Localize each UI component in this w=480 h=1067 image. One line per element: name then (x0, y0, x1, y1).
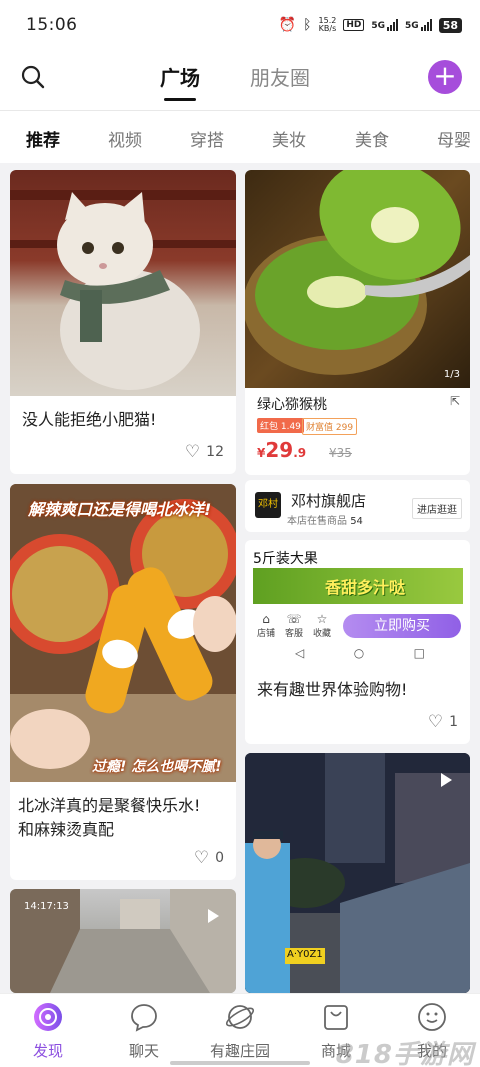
cat-post-title: 没人能拒绝小肥猫! (22, 410, 157, 429)
kiwi-illustration (245, 170, 470, 375)
original-price: ¥35 (329, 446, 352, 460)
status-time: 15:06 (26, 15, 78, 35)
ad-nav-bar: ◁ ○ □ (295, 646, 425, 660)
police-illustration (245, 753, 470, 993)
drink-illustration (10, 484, 236, 782)
signal-5g-2: 5G (405, 19, 432, 31)
ad-header: 5斤装大果 (253, 551, 318, 567)
ad-banner: 香甜多汁哒 (253, 568, 463, 604)
category-bar: 推荐 视频 穿搭 美妆 美食 母婴 (0, 111, 480, 163)
visit-shop-button[interactable]: 进店逛逛 (412, 498, 462, 519)
network-speed: 15.2 KB/s (318, 16, 337, 33)
shop-name: 邓村旗舰店 (291, 492, 367, 510)
add-post-button[interactable]: + (428, 60, 462, 94)
battery-indicator: 58 (438, 17, 462, 33)
ad-favorite-icon[interactable]: ☆ 收藏 (309, 612, 335, 639)
category-food[interactable]: 美食 (355, 126, 389, 151)
shop-count: 本店在售商品 54 (287, 516, 363, 527)
play-icon[interactable] (208, 909, 219, 923)
tab-square[interactable]: 广场 (160, 62, 200, 101)
hd-badge: HD (343, 19, 365, 31)
discover-icon (34, 1003, 62, 1031)
like-count: 12 (206, 444, 224, 460)
signal-bars-icon (420, 19, 432, 31)
police-photo: A·Y0Z1 (245, 753, 470, 993)
shop-logo: 邓村 (255, 492, 281, 518)
watermark: 818手游网 (335, 1040, 474, 1067)
heart-icon: ♡ (427, 712, 444, 732)
drink-overlay-top: 解辣爽口还是得喝北冰洋! (28, 500, 212, 519)
home-indicator[interactable] (170, 1061, 310, 1065)
like-count: 0 (215, 850, 224, 866)
like-button[interactable]: ♡ 12 (185, 442, 224, 462)
nav-manor[interactable]: 有趣庄园 (195, 1002, 285, 1061)
status-bar: 15:06 ⏰ ᛒ 15.2 KB/s HD 5G 5G 58 (0, 0, 480, 50)
like-button[interactable]: ♡ 1 (428, 712, 458, 732)
video-timestamp: 14:17:13 (24, 901, 69, 912)
like-button[interactable]: ♡ 0 (194, 848, 224, 868)
product-title: 绿心猕猴桃 (257, 397, 327, 413)
category-makeup[interactable]: 美妆 (272, 126, 306, 151)
back-triangle-icon: ◁ (295, 646, 305, 660)
heart-icon: ♡ (193, 848, 210, 868)
image-index: 1/3 (443, 369, 460, 380)
signal-5g-1: 5G (371, 19, 399, 31)
play-icon[interactable] (441, 773, 452, 787)
cat-photo (10, 170, 236, 396)
shop-card[interactable]: 邓村 邓村旗舰店 本店在售商品 54 进店逛逛 (245, 480, 470, 532)
drink-post-title: 北冰洋真的是聚餐快乐水! 和麻辣烫真配 (18, 796, 201, 839)
status-icons: ⏰ ᛒ 15.2 KB/s HD 5G 5G 58 (279, 17, 462, 33)
feed-card-cat[interactable]: 没人能拒绝小肥猫! ♡ 12 (10, 170, 236, 474)
plate-number: A·Y0Z1 (287, 949, 323, 960)
drink-overlay-bottom: 过瘾! 怎么也喝不腻! (92, 759, 222, 775)
signal-bars-icon (387, 19, 399, 31)
share-icon[interactable]: ⇱ (450, 394, 460, 408)
feed-card-ad[interactable]: 5斤装大果 香甜多汁哒 ⌂ 店铺 ☏ 客服 ☆ 收藏 立即购买 ◁ ○ □ 来有… (245, 540, 470, 744)
product-price: ¥29.9 (257, 438, 307, 462)
nav-discover[interactable]: 发现 (3, 1002, 93, 1061)
category-baby[interactable]: 母婴 (437, 126, 471, 151)
drink-photo: 解辣爽口还是得喝北冰洋! 过瘾! 怎么也喝不腻! (10, 484, 236, 782)
nav-chat[interactable]: 聊天 (99, 1002, 189, 1061)
heart-icon: ♡ (184, 442, 201, 462)
ad-shop-icon[interactable]: ⌂ 店铺 (253, 612, 279, 639)
feed-card-street[interactable]: 14:17:13 (10, 889, 236, 993)
like-count: 1 (449, 714, 458, 730)
cat-illustration (10, 190, 236, 390)
tab-friends[interactable]: 朋友圈 (250, 62, 310, 101)
tag-red-packet: 红包 1.49 (257, 418, 304, 433)
shopping-bag-icon (324, 1005, 348, 1030)
nav-tabs: 广场 朋友圈 (160, 62, 310, 101)
alarm-icon: ⏰ (278, 17, 297, 33)
kiwi-photo: 1/3 (245, 170, 470, 388)
tag-wealth: 财富值 299 (302, 418, 358, 435)
smiley-icon (418, 1003, 446, 1031)
planet-icon (225, 1005, 255, 1029)
bluetooth-icon: ᛒ (303, 17, 312, 33)
feed-card-product[interactable]: 1/3 绿心猕猴桃 ⇱ 红包 1.49 财富值 299 ¥29.9 ¥35 (245, 170, 470, 475)
category-video[interactable]: 视频 (108, 126, 142, 151)
street-photo: 14:17:13 (10, 889, 236, 993)
recent-square-icon: □ (413, 646, 425, 660)
top-nav: 广场 朋友圈 + (0, 50, 480, 110)
home-circle-icon: ○ (353, 646, 365, 660)
feed-card-drink[interactable]: 解辣爽口还是得喝北冰洋! 过瘾! 怎么也喝不腻! 北冰洋真的是聚餐快乐水! 和麻… (10, 484, 236, 880)
search-icon[interactable] (20, 64, 46, 90)
ad-service-icon[interactable]: ☏ 客服 (281, 612, 307, 639)
buy-now-button[interactable]: 立即购买 (343, 614, 461, 638)
category-recommend[interactable]: 推荐 (26, 126, 60, 151)
category-outfit[interactable]: 穿搭 (190, 126, 224, 151)
ad-post-title: 来有趣世界体验购物! (257, 680, 408, 699)
chat-bubble-icon (131, 1004, 157, 1032)
feed-card-police[interactable]: A·Y0Z1 (245, 753, 470, 993)
